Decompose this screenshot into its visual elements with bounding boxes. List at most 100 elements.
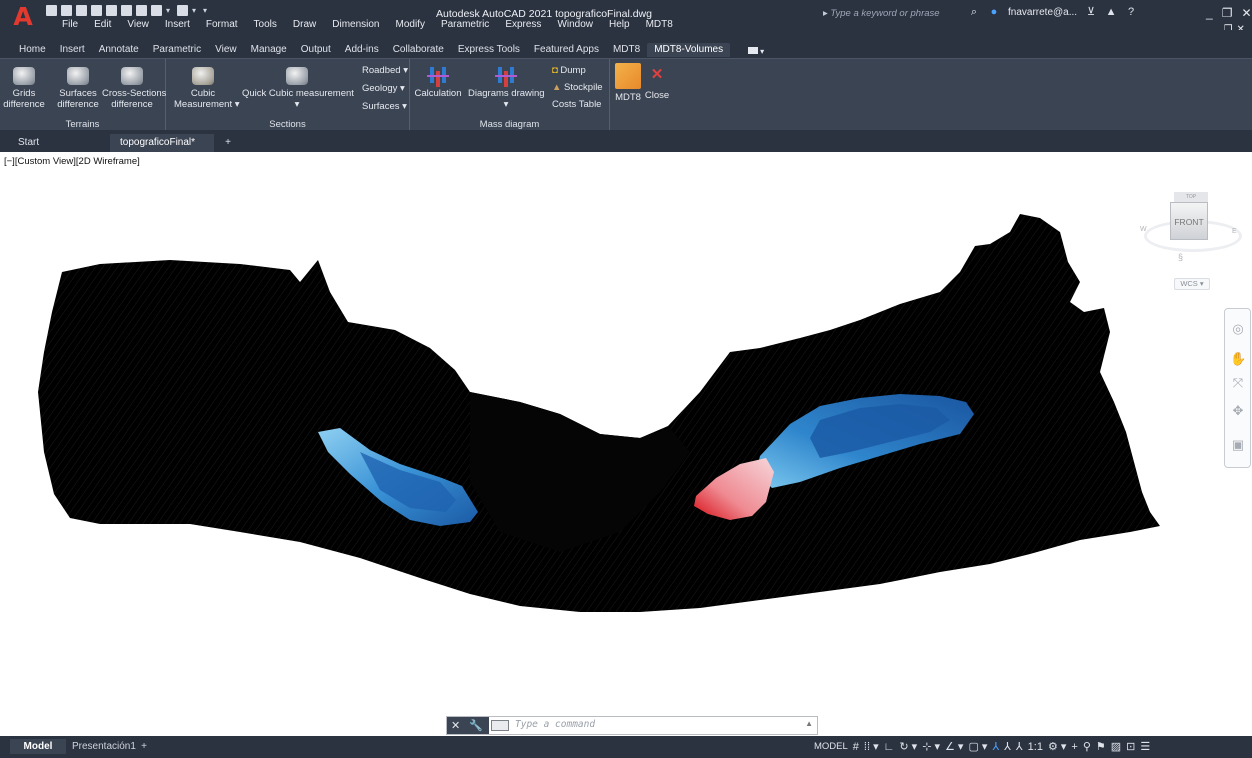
surfaces-difference-button[interactable]: Surfaces difference	[56, 67, 100, 110]
autodesk-a360-icon[interactable]: ▲	[1105, 6, 1117, 18]
publish-icon[interactable]	[121, 5, 132, 16]
recent-commands-icon[interactable]	[491, 720, 509, 731]
tab-view[interactable]: View	[208, 43, 244, 57]
customization-menu-icon[interactable]: ☰	[1140, 740, 1150, 753]
mdt8-button[interactable]: MDT8	[614, 63, 642, 103]
save-icon[interactable]	[76, 5, 87, 16]
search-icon[interactable]: ⌕	[968, 6, 980, 18]
clean-screen-icon[interactable]: ⊡	[1126, 740, 1135, 753]
dump-button[interactable]: ◘ Dump	[552, 65, 586, 77]
grid-icon[interactable]: #	[853, 741, 859, 753]
user-icon[interactable]: ●	[988, 6, 1000, 18]
tab-mdt8[interactable]: MDT8	[606, 43, 647, 57]
tab-manage[interactable]: Manage	[244, 43, 294, 57]
showmotion-icon[interactable]: ▣	[1230, 437, 1246, 453]
cross-sections-difference-button[interactable]: Cross-Sections difference	[102, 67, 166, 110]
command-line-grip[interactable]: ✕ 🔧	[447, 717, 489, 734]
pan-hand-icon[interactable]: ✋	[1230, 351, 1246, 367]
tab-insert[interactable]: Insert	[53, 43, 92, 57]
osnap-icon[interactable]: ⊹ ▾	[922, 740, 940, 753]
new-tab-icon[interactable]: +	[218, 134, 238, 152]
cubic-measurement-button[interactable]: Cubic Measurement ▾	[174, 67, 240, 110]
viewcube-front-face[interactable]: FRONT	[1170, 202, 1208, 240]
add-layout-icon[interactable]: +	[136, 739, 152, 754]
viewcube-east-label[interactable]: E	[1232, 228, 1237, 235]
tab-parametric[interactable]: Parametric	[146, 43, 208, 57]
help-search-input[interactable]: Type a keyword or phrase	[823, 7, 963, 21]
costs-table-button[interactable]: Costs Table	[552, 99, 601, 111]
isolate-objects-icon[interactable]: ▨	[1111, 740, 1121, 753]
polar-icon[interactable]: ↻ ▾	[899, 740, 917, 753]
diagrams-dropdown-icon[interactable]: ▾	[504, 99, 509, 110]
close-button[interactable]: ✕ Close	[644, 67, 670, 102]
orbit-icon[interactable]: ✥	[1230, 403, 1246, 419]
steering-wheel-icon[interactable]: ◎	[1230, 321, 1246, 337]
viewcube-top-face[interactable]: TOP	[1174, 192, 1208, 202]
tab-express-tools[interactable]: Express Tools	[451, 43, 527, 57]
tab-presentation-layout[interactable]: Presentación1	[66, 739, 136, 754]
stockpile-button[interactable]: ▲ Stockpile	[552, 82, 603, 94]
viewcube[interactable]: TOP FRONT W E §	[1140, 188, 1244, 288]
workspace-gear-icon[interactable]: ⚙ ▾	[1048, 740, 1066, 753]
model-space-toggle[interactable]: MODEL	[814, 741, 848, 752]
command-input[interactable]: Type a command	[515, 719, 595, 730]
add-plus-icon[interactable]: +	[1071, 741, 1077, 753]
annotation-scale-value[interactable]: 1:1	[1028, 741, 1043, 753]
surfaces-button[interactable]: Surfaces ▾	[362, 101, 407, 113]
qat-customize-icon[interactable]: ▾	[203, 5, 210, 16]
annotation-scale-icon[interactable]: ⅄	[1016, 740, 1023, 753]
open-file-icon[interactable]	[61, 5, 72, 16]
autocad-logo-icon[interactable]: A	[10, 4, 36, 30]
grids-difference-button[interactable]: Grids difference	[2, 67, 46, 110]
ortho-icon[interactable]: ∟	[884, 741, 895, 753]
snap-icon[interactable]: ⁞⁞ ▾	[864, 740, 879, 753]
undo-dropdown-icon[interactable]: ▾	[166, 5, 173, 16]
command-line-close-icon[interactable]: ✕	[451, 719, 460, 732]
wcs-menu[interactable]: WCS ▾	[1174, 278, 1210, 290]
tab-drawing-file[interactable]: topograficoFinal* ✕	[110, 134, 214, 166]
undo-icon[interactable]	[151, 5, 162, 16]
close-window-icon[interactable]: ✕	[1241, 6, 1251, 20]
tab-featured-apps[interactable]: Featured Apps	[527, 43, 606, 57]
panel-terrains: Grids difference Surfaces difference Cro…	[0, 59, 166, 131]
viewcube-west-label[interactable]: W	[1140, 226, 1147, 233]
save-as-icon[interactable]	[91, 5, 102, 16]
redo-icon[interactable]	[177, 5, 188, 16]
auto-scale-icon[interactable]: ⅄	[1004, 740, 1011, 753]
customize-wrench-icon[interactable]: 🔧	[469, 719, 483, 732]
geology-button[interactable]: Geology ▾	[362, 83, 405, 95]
restore-icon[interactable]: ❐	[1222, 6, 1233, 20]
annotation-visibility-icon[interactable]: ⅄	[992, 740, 999, 753]
isodraft-icon[interactable]: ∠ ▾	[945, 740, 963, 753]
diagrams-drawing-button[interactable]: Diagrams drawing ▾	[468, 65, 545, 110]
zoom-extents-icon[interactable]: ⤧	[1230, 375, 1246, 391]
tab-model-layout[interactable]: Model	[10, 739, 66, 754]
user-name[interactable]: fnavarrete@a...	[1008, 7, 1077, 18]
help-icon[interactable]: ?	[1125, 6, 1137, 18]
cubic-dropdown-icon[interactable]: ▾	[235, 99, 240, 110]
plot-icon[interactable]	[106, 5, 117, 16]
tab-start[interactable]: Start	[8, 134, 108, 152]
tab-annotate[interactable]: Annotate	[92, 43, 146, 57]
tab-mdt8-volumes[interactable]: MDT8-Volumes	[647, 43, 731, 57]
cart-icon[interactable]: ⊻	[1085, 6, 1097, 18]
quick-cubic-dropdown-icon[interactable]: ▾	[295, 99, 300, 110]
calculation-button[interactable]: Calculation	[414, 65, 462, 99]
minimize-icon[interactable]: _	[1206, 6, 1213, 20]
units-icon[interactable]: ⚲	[1083, 740, 1091, 753]
object-snap-tracking-icon[interactable]: ▢ ▾	[968, 740, 987, 753]
hardware-accel-icon[interactable]: ⚑	[1096, 740, 1106, 753]
tab-add-ins[interactable]: Add-ins	[338, 43, 386, 57]
tab-home[interactable]: Home	[12, 43, 53, 57]
tab-output[interactable]: Output	[294, 43, 338, 57]
redo-dropdown-icon[interactable]: ▾	[192, 5, 199, 16]
ribbon-display-toggle-icon[interactable]: ▾	[748, 45, 768, 56]
tab-collaborate[interactable]: Collaborate	[386, 43, 451, 57]
print-icon[interactable]	[136, 5, 147, 16]
roadbed-button[interactable]: Roadbed ▾	[362, 65, 408, 77]
viewcube-south-icon[interactable]: §	[1178, 252, 1183, 262]
quick-cubic-measurement-button[interactable]: Quick Cubic measurement ▾	[242, 67, 354, 110]
command-history-icon[interactable]: ▲	[805, 719, 813, 728]
drawing-viewport[interactable]: [−][Custom View][2D Wireframe] TOP FRONT…	[0, 152, 1252, 736]
new-file-icon[interactable]	[46, 5, 57, 16]
